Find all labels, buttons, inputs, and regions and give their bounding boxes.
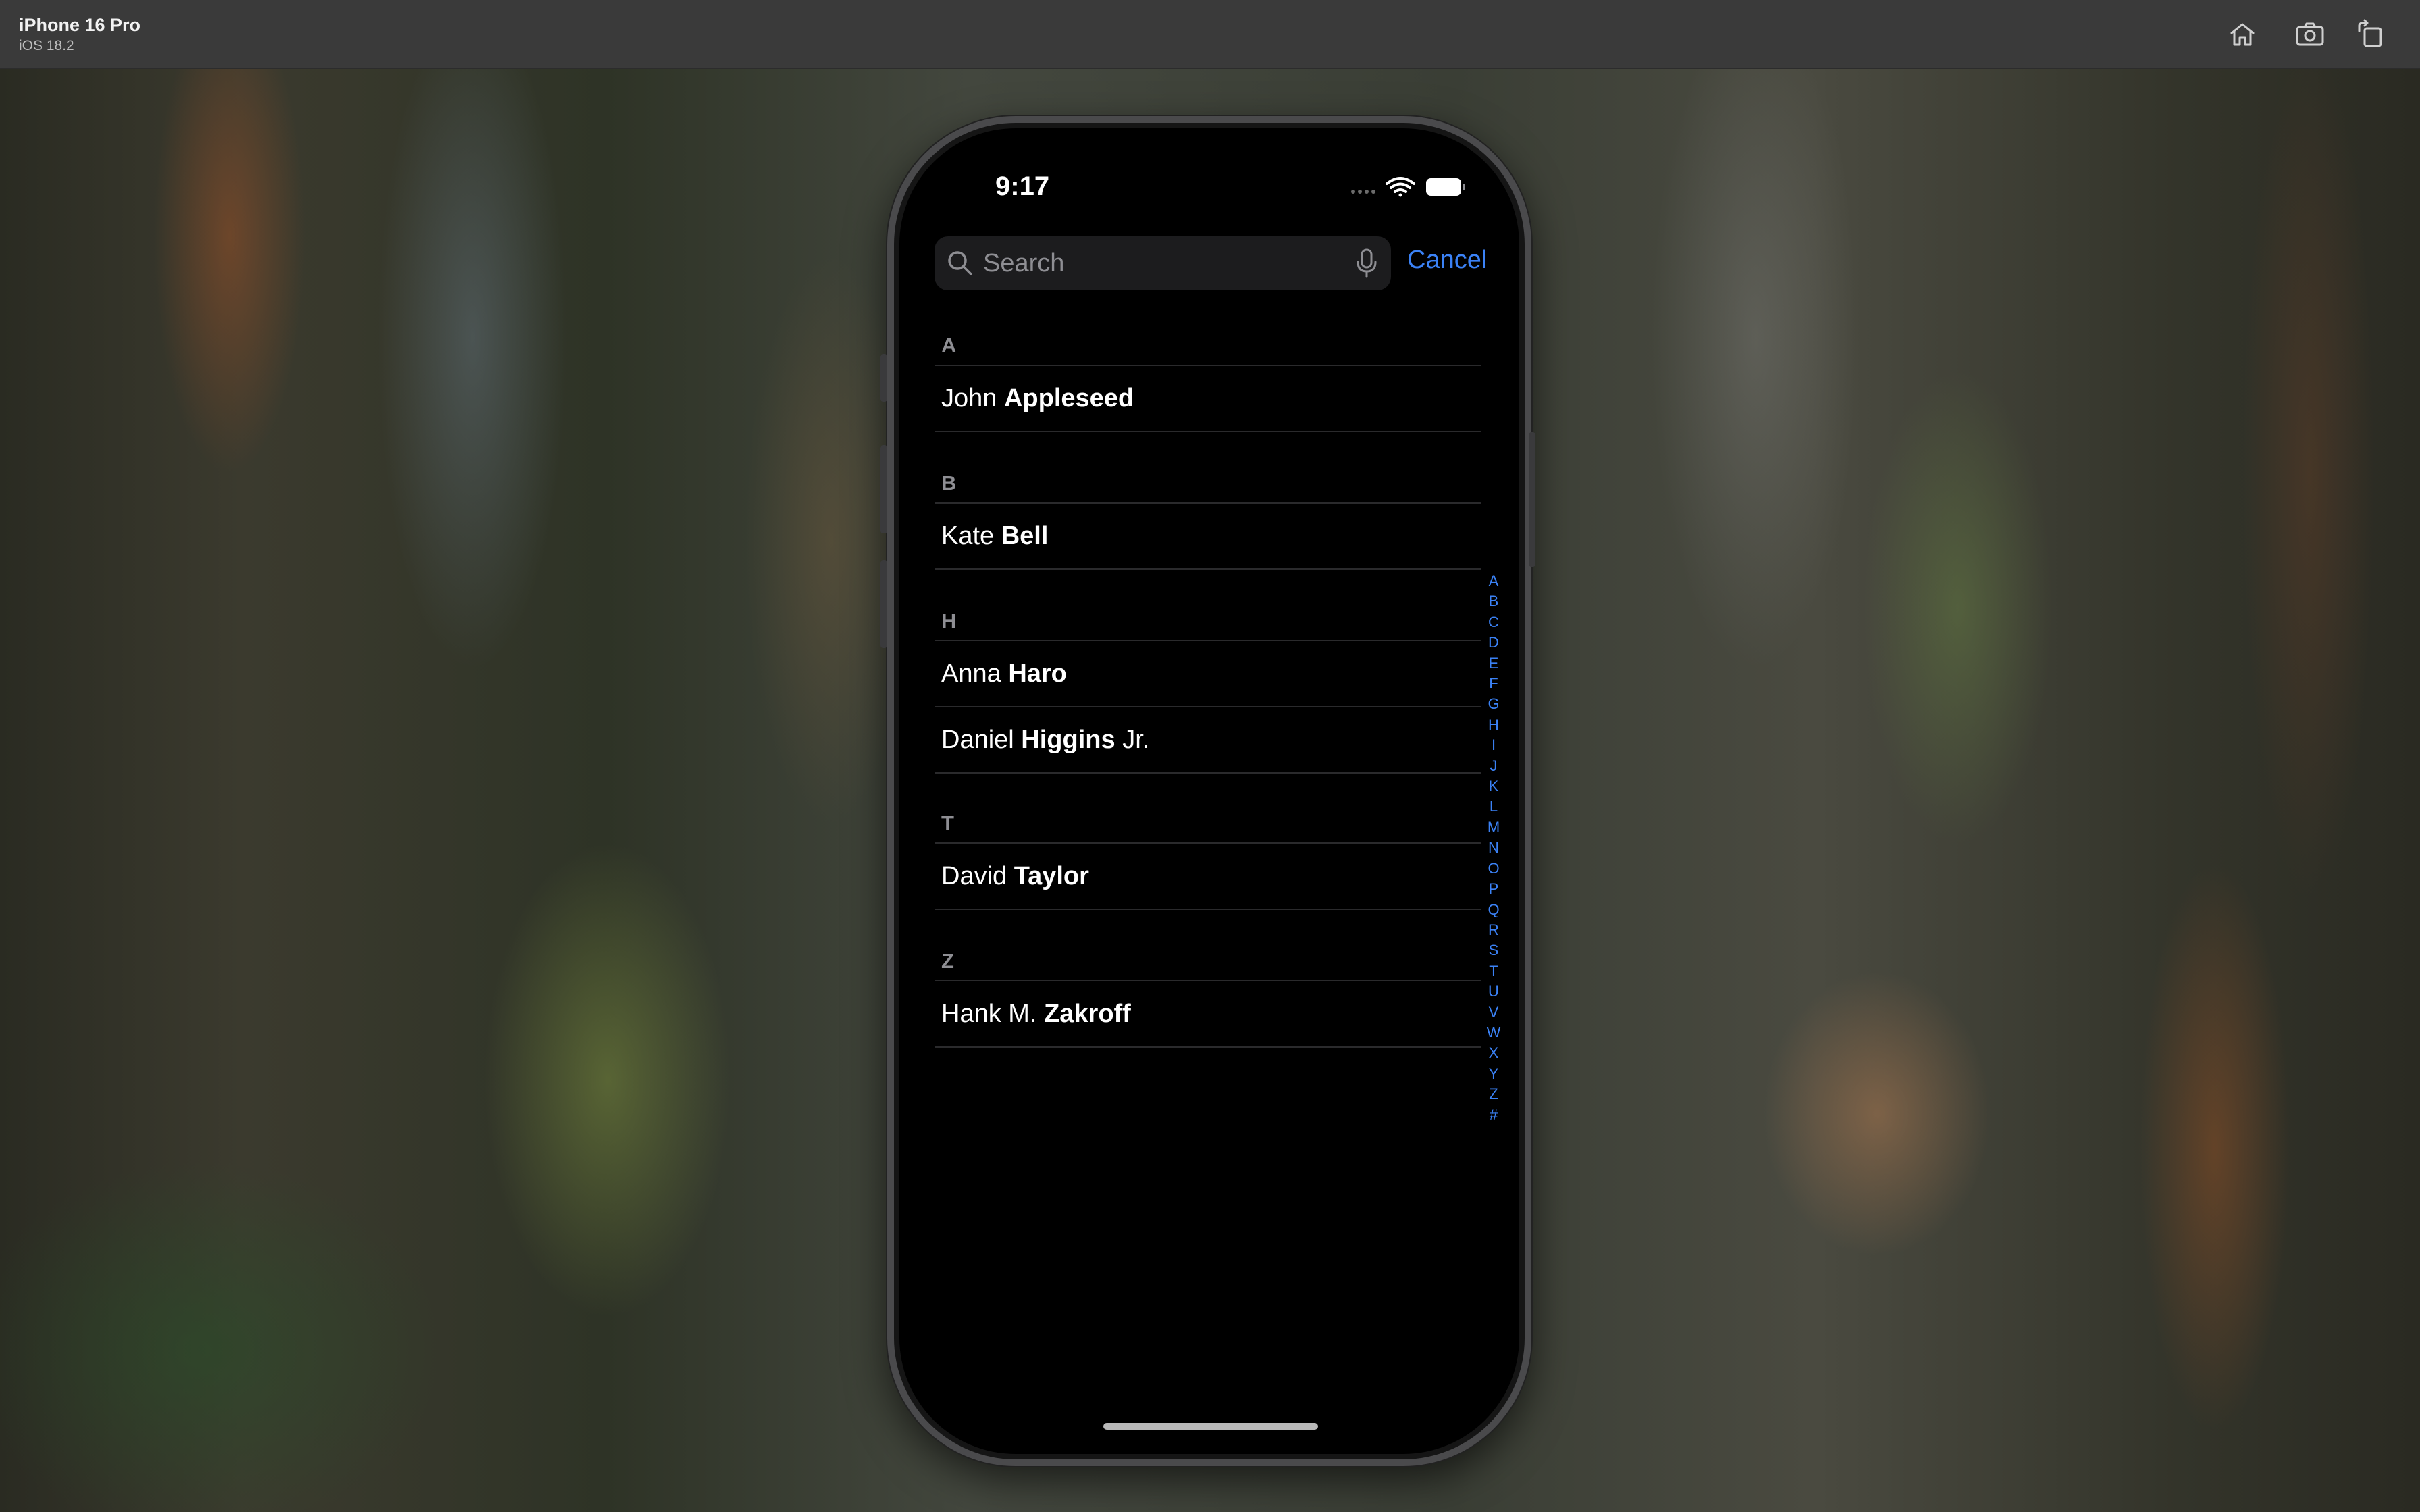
index-letter[interactable]: R: [1481, 920, 1506, 940]
cellular-signal-icon: [1351, 190, 1375, 194]
index-letter[interactable]: Z: [1481, 1084, 1506, 1104]
separator: [935, 772, 1481, 774]
contact-row-taylor[interactable]: David Taylor: [941, 844, 1480, 909]
contact-first-name: Daniel: [941, 726, 1014, 754]
separator: [935, 909, 1481, 910]
contact-last-name: Appleseed: [1003, 384, 1134, 412]
home-indicator[interactable]: [1103, 1423, 1318, 1430]
section-header-b: B: [941, 471, 957, 495]
index-letter[interactable]: F: [1481, 674, 1506, 694]
index-letter[interactable]: H: [1481, 715, 1506, 735]
device-name: iPhone 16 Pro: [19, 15, 141, 35]
index-letter[interactable]: S: [1481, 940, 1506, 961]
screenshot-icon[interactable]: [2294, 19, 2325, 50]
section-index[interactable]: A B C D E F G H I J K L M N O P Q R S T …: [1481, 571, 1506, 1125]
index-letter[interactable]: K: [1481, 776, 1506, 796]
index-letter[interactable]: E: [1481, 653, 1506, 674]
contact-last-name: Zakroff: [1044, 1000, 1131, 1028]
index-letter[interactable]: G: [1481, 694, 1506, 714]
separator: [935, 568, 1481, 570]
section-header-h: H: [941, 609, 957, 632]
battery-icon: [1426, 178, 1465, 196]
search-icon: [948, 251, 972, 275]
contact-last-name: Taylor: [1014, 862, 1089, 890]
index-letter[interactable]: W: [1481, 1023, 1506, 1043]
index-letter[interactable]: Q: [1481, 900, 1506, 920]
index-letter[interactable]: Y: [1481, 1064, 1506, 1084]
contact-row-zakroff[interactable]: Hank M. Zakroff: [941, 981, 1480, 1046]
contact-last-name: Higgins: [1021, 726, 1115, 754]
index-letter[interactable]: T: [1481, 961, 1506, 981]
contact-row-haro[interactable]: Anna Haro: [941, 641, 1480, 706]
contact-last-name: Haro: [1008, 659, 1067, 688]
index-letter[interactable]: V: [1481, 1002, 1506, 1023]
contact-last-name: Bell: [1001, 522, 1049, 550]
device-os-version: iOS 18.2: [19, 38, 74, 53]
action-button: [880, 354, 887, 402]
desktop-background: iPhone 16 Pro iOS 18.2 9:17 Search Cance…: [0, 0, 2420, 1512]
side-button: [1529, 432, 1535, 567]
index-letter[interactable]: L: [1481, 796, 1506, 817]
contact-row-appleseed[interactable]: John Appleseed: [941, 366, 1480, 431]
section-header-a: A: [941, 333, 957, 357]
contact-name-suffix: Jr.: [1122, 726, 1150, 754]
wifi-icon: [1386, 177, 1415, 197]
index-letter[interactable]: #: [1481, 1105, 1506, 1125]
contact-first-name: Kate: [941, 522, 995, 550]
contact-first-name: John: [941, 384, 997, 412]
status-time: 9:17: [995, 171, 1050, 201]
index-letter[interactable]: N: [1481, 838, 1506, 858]
index-letter[interactable]: C: [1481, 612, 1506, 632]
search-field[interactable]: [935, 236, 1391, 290]
phone-screen: 9:17 Can: [899, 128, 1519, 1454]
index-letter[interactable]: D: [1481, 632, 1506, 653]
rotate-icon[interactable]: [2355, 19, 2386, 50]
section-header-t: T: [941, 811, 954, 835]
index-letter[interactable]: M: [1481, 817, 1506, 838]
status-icons: [1351, 177, 1465, 197]
section-header-z: Z: [941, 949, 954, 973]
index-letter[interactable]: X: [1481, 1043, 1506, 1063]
index-letter[interactable]: B: [1481, 591, 1506, 612]
contact-row-bell[interactable]: Kate Bell: [941, 504, 1480, 568]
contact-first-name: Anna: [941, 659, 1001, 688]
home-icon[interactable]: [2227, 19, 2258, 50]
separator: [935, 1046, 1481, 1048]
volume-down-button: [880, 560, 887, 648]
index-letter[interactable]: A: [1481, 571, 1506, 591]
index-letter[interactable]: P: [1481, 879, 1506, 899]
simulator-toolbar: iPhone 16 Pro iOS 18.2: [0, 0, 2420, 69]
index-letter[interactable]: I: [1481, 735, 1506, 755]
contact-row-higgins[interactable]: Daniel Higgins Jr.: [941, 707, 1480, 772]
index-letter[interactable]: O: [1481, 859, 1506, 879]
contact-first-name: Hank M.: [941, 1000, 1037, 1028]
separator: [935, 431, 1481, 432]
volume-up-button: [880, 446, 887, 533]
index-letter[interactable]: U: [1481, 981, 1506, 1002]
cancel-button[interactable]: Cancel: [1407, 246, 1487, 275]
search-input[interactable]: [983, 236, 1334, 290]
contact-first-name: David: [941, 862, 1007, 890]
index-letter[interactable]: J: [1481, 756, 1506, 776]
microphone-icon[interactable]: [1352, 247, 1382, 279]
